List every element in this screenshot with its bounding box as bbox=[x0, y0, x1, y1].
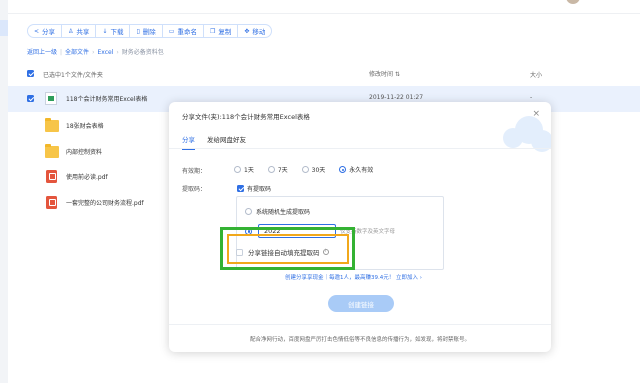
row-checkbox[interactable] bbox=[27, 95, 34, 102]
has-code-label: 有提取码 bbox=[247, 186, 272, 193]
move-button[interactable]: ✥ 移动 bbox=[237, 24, 273, 38]
radio-button[interactable] bbox=[301, 166, 309, 173]
breadcrumb-separator: | bbox=[60, 49, 63, 56]
autofill-code-option[interactable]: 分享链接自动填充提取码 i bbox=[236, 247, 329, 257]
has-code-checkbox[interactable] bbox=[237, 185, 244, 192]
cloud-decoration-icon bbox=[497, 108, 551, 164]
move-icon: ✥ bbox=[244, 27, 250, 35]
validity-option-label: 永久有效 bbox=[349, 167, 374, 174]
radio-button[interactable] bbox=[267, 166, 275, 173]
left-sidebar-strip bbox=[0, 0, 8, 383]
validity-radio-group: 1天 7天 30天 永久有效 bbox=[234, 165, 387, 174]
copy-button[interactable]: ❐ 复制 bbox=[202, 24, 239, 38]
folder-icon bbox=[45, 144, 59, 158]
delete-button[interactable]: ▯ 删除 bbox=[129, 24, 163, 38]
copy-button-label: 复制 bbox=[218, 28, 232, 36]
validity-label: 有效期： bbox=[182, 168, 207, 175]
column-modified-label: 修改时间 bbox=[369, 71, 394, 78]
co-share-button[interactable]: ♙ 共享 bbox=[61, 24, 97, 38]
create-link-button[interactable]: 创建链接 bbox=[328, 295, 394, 312]
validity-option-permanent[interactable]: 永久有效 bbox=[339, 165, 373, 174]
rename-button[interactable]: ▭ 重命名 bbox=[161, 24, 204, 38]
validity-option-label: 1天 bbox=[244, 167, 254, 174]
system-code-label: 系统随机生成提取码 bbox=[256, 209, 311, 216]
sort-icon: ⇅ bbox=[394, 71, 400, 78]
pdf-file-icon bbox=[46, 196, 57, 209]
breadcrumb-separator: › bbox=[116, 49, 119, 56]
autofill-code-checkbox[interactable] bbox=[236, 248, 243, 256]
share-button[interactable]: < 分享 bbox=[27, 24, 63, 38]
validity-option-label: 30天 bbox=[311, 167, 326, 174]
breadcrumb-item-excel[interactable]: Excel bbox=[97, 49, 113, 56]
top-header bbox=[8, 0, 640, 14]
radio-button[interactable] bbox=[339, 166, 347, 173]
info-icon[interactable]: i bbox=[322, 249, 329, 255]
autofill-code-label: 分享链接自动填充提取码 bbox=[248, 249, 320, 257]
column-modified-time[interactable]: 修改时间 ⇅ bbox=[369, 69, 400, 78]
file-name[interactable]: 一套完整的公司财务流程.pdf bbox=[66, 198, 144, 207]
radio-button[interactable] bbox=[245, 208, 252, 215]
radio-button[interactable] bbox=[234, 166, 241, 173]
copy-icon: ❐ bbox=[209, 27, 216, 35]
validity-option-7-days[interactable]: 7天 bbox=[267, 165, 288, 174]
file-name[interactable]: 18张财会表格 bbox=[66, 121, 104, 130]
validity-option-label: 7天 bbox=[277, 167, 288, 174]
select-all-checkbox[interactable] bbox=[27, 70, 34, 77]
file-name[interactable]: 内部控制资料 bbox=[66, 147, 102, 156]
sidebar-active-marker bbox=[0, 20, 8, 36]
folder-icon bbox=[45, 118, 59, 132]
file-name[interactable]: 使用前必读.pdf bbox=[66, 172, 108, 181]
tab-divider bbox=[169, 148, 551, 149]
promo-banner: 创建分享享现金｜每邀1人，最高赚39.4元！ 立即加入 › bbox=[285, 273, 422, 281]
breadcrumb-back-link[interactable]: 返回上一级 bbox=[27, 49, 57, 56]
footer-note: 配合净网行动，百度网盘严厉打击色情低俗等不良信息的传播行为，如发现，将封禁账号。 bbox=[249, 337, 470, 343]
share-icon: < bbox=[34, 27, 40, 35]
file-list-header: 已选中1个文件/文件夹 修改时间 ⇅ 大小 bbox=[27, 68, 640, 80]
trash-icon: ▯ bbox=[136, 27, 140, 35]
delete-button-label: 删除 bbox=[142, 28, 156, 36]
rename-icon: ▭ bbox=[168, 27, 175, 35]
download-button-label: 下载 bbox=[110, 28, 124, 36]
co-share-button-label: 共享 bbox=[76, 28, 90, 36]
validity-option-30-days[interactable]: 30天 bbox=[301, 165, 326, 174]
dialog-title: 分享文件(夹):118个会计财务常用Excel表格 bbox=[182, 113, 310, 121]
column-size[interactable]: 大小 bbox=[530, 70, 542, 79]
file-toolbar: < 分享 ♙ 共享 ↓ 下载 ▯ 删除 ▭ 重命名 ❐ 复制 ✥ 移动 bbox=[27, 24, 273, 38]
breadcrumb-item-current: 财务必备资料包 bbox=[121, 49, 164, 56]
close-icon[interactable]: × bbox=[532, 109, 540, 119]
excel-file-icon bbox=[45, 92, 57, 105]
has-code-checkbox-row[interactable]: 有提取码 bbox=[237, 184, 271, 193]
pdf-file-icon bbox=[46, 170, 57, 183]
share-button-label: 分享 bbox=[42, 28, 56, 36]
selected-count-label: 已选中1个文件/文件夹 bbox=[43, 72, 103, 79]
breadcrumb-separator: › bbox=[92, 49, 95, 56]
file-date: 2019-11-22 01:27 bbox=[369, 94, 424, 101]
system-code-option[interactable]: 系统随机生成提取码 bbox=[245, 207, 310, 216]
promo-text: 创建分享享现金｜每邀1人，最高赚39.4元！ bbox=[285, 275, 395, 281]
breadcrumb: 返回上一级 | 全部文件 › Excel › 财务必备资料包 bbox=[27, 47, 164, 56]
promo-link[interactable]: 立即加入 › bbox=[396, 275, 422, 281]
avatar[interactable] bbox=[566, 0, 580, 4]
move-button-label: 移动 bbox=[252, 28, 266, 36]
footer-divider bbox=[169, 324, 551, 325]
people-icon: ♙ bbox=[68, 27, 74, 35]
file-size: - bbox=[530, 94, 533, 101]
file-name[interactable]: 118个会计财务常用Excel表格 bbox=[66, 94, 147, 103]
breadcrumb-item-all-files[interactable]: 全部文件 bbox=[65, 49, 89, 56]
download-button[interactable]: ↓ 下载 bbox=[95, 24, 131, 38]
code-label: 提取码： bbox=[182, 186, 207, 193]
download-icon: ↓ bbox=[102, 27, 108, 35]
rename-button-label: 重命名 bbox=[177, 28, 197, 36]
validity-option-1-day[interactable]: 1天 bbox=[234, 165, 254, 174]
